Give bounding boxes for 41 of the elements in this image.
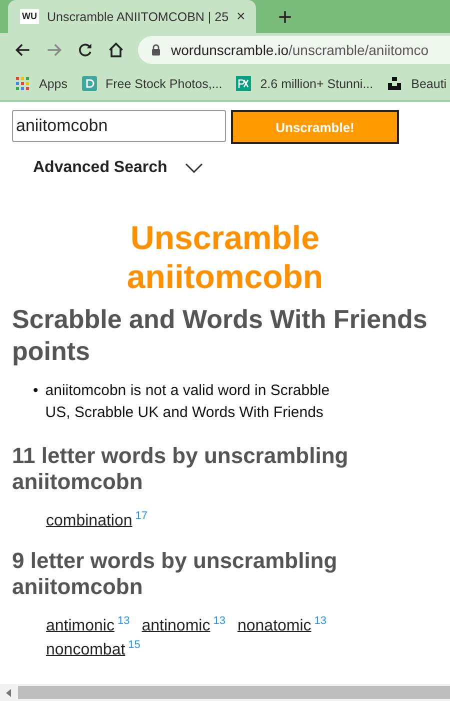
- bookmark-favicon-icon: [387, 76, 402, 91]
- advanced-search-toggle[interactable]: Advanced Search: [33, 159, 450, 177]
- back-icon[interactable]: [14, 41, 32, 59]
- close-icon[interactable]: ×: [236, 9, 246, 24]
- bullet-mark: •: [33, 380, 38, 401]
- new-tab-button[interactable]: +: [278, 6, 292, 30]
- bookmark-favicon-icon: [82, 76, 96, 91]
- group-heading: 9 letter words by unscrambling aniitomcobn: [12, 548, 338, 601]
- validity-note: aniitomcobn is not a valid word in Scrabble US, Scrabble UK and Words With Friends: [45, 380, 331, 424]
- apps-grid-icon: [15, 76, 30, 91]
- word-points: 15: [128, 639, 140, 652]
- bookmark-item[interactable]: Free Stock Photos,...: [82, 76, 222, 91]
- word-points: 13: [117, 614, 130, 627]
- scrollbar-thumb[interactable]: [18, 686, 450, 699]
- word-points: 13: [213, 614, 226, 627]
- tab-title: Unscramble ANIITOMCOBN | 25: [47, 10, 229, 24]
- site-favicon: WU: [20, 9, 39, 24]
- word-link[interactable]: antimonic: [46, 617, 114, 634]
- bookmark-item[interactable]: 2.6 million+ Stunni...: [236, 76, 374, 91]
- section-heading: Scrabble and Words With Friends points: [12, 302, 428, 368]
- bookmark-item[interactable]: Apps: [15, 76, 68, 91]
- word-points: 17: [135, 510, 148, 522]
- word-link[interactable]: antinomic: [142, 617, 210, 634]
- word-link[interactable]: combination: [46, 512, 132, 529]
- reload-icon[interactable]: [76, 41, 94, 59]
- address-bar[interactable]: wordunscramble.io/unscramble/aniitomco: [138, 36, 450, 64]
- home-icon[interactable]: [107, 41, 125, 59]
- bookmark-favicon-icon: [236, 76, 252, 91]
- lock-icon: [151, 44, 161, 56]
- word-points: 13: [314, 614, 327, 627]
- search-field[interactable]: aniitomcobn: [12, 110, 226, 142]
- page-title: Unscramble aniitomcobn: [126, 219, 324, 297]
- word-link[interactable]: nonatomic: [237, 617, 312, 634]
- scroll-left-icon[interactable]: [6, 688, 12, 696]
- browser-tab[interactable]: WU Unscramble ANIITOMCOBN | 25 ×: [8, 0, 256, 33]
- word-link[interactable]: noncombat: [46, 641, 126, 658]
- group-heading: 11 letter words by unscrambling aniitomcobn: [12, 442, 350, 496]
- bookmark-item[interactable]: Beauti: [387, 76, 447, 91]
- forward-icon[interactable]: [45, 41, 63, 59]
- chevron-down-icon: [185, 163, 204, 173]
- horizontal-scrollbar[interactable]: [0, 684, 450, 701]
